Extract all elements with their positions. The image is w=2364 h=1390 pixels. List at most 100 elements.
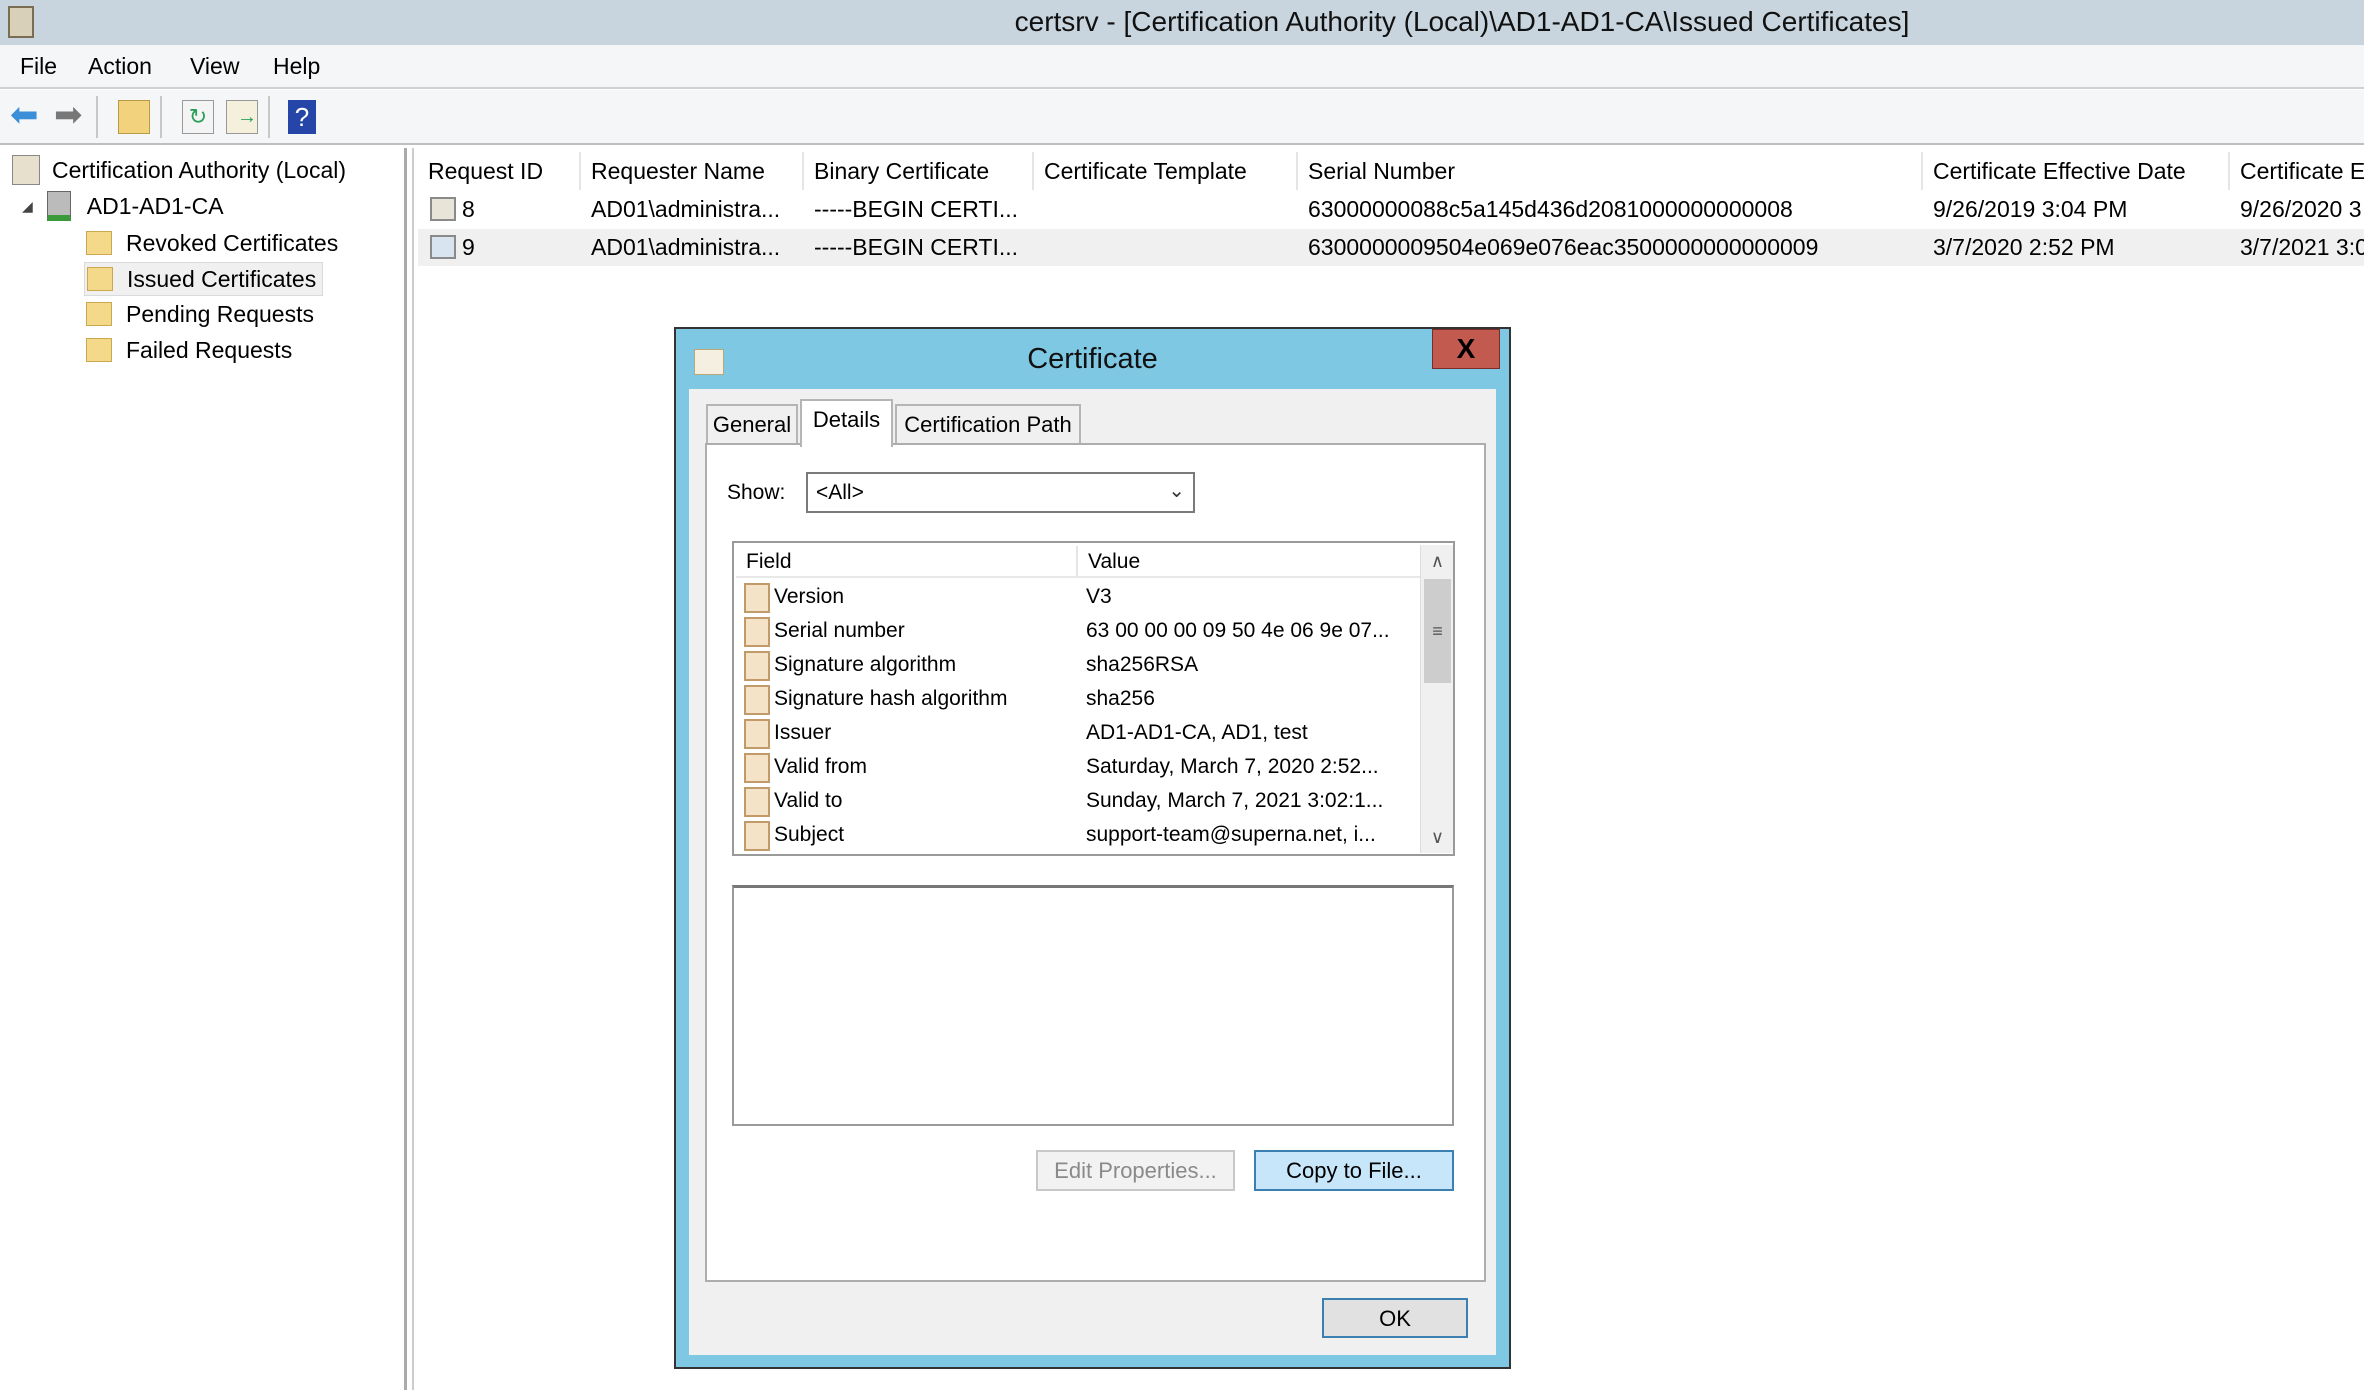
back-icon[interactable]: ⬅ [10,98,42,134]
table-row[interactable]: 8 AD01\administra... -----BEGIN CERTI...… [418,191,2364,228]
column-header-binary-certificate[interactable]: Binary Certificate [804,152,1034,190]
tree-item-root[interactable]: Certification Authority (Local) [12,153,346,187]
column-header-certificate-template[interactable]: Certificate Template [1034,152,1298,190]
field-row[interactable]: Valid to Sunday, March 7, 2021 3:02:1... [744,785,1429,819]
copy-to-file-button[interactable]: Copy to File... [1254,1150,1454,1191]
up-folder-icon[interactable] [118,100,150,134]
certificate-dialog: Certificate X General Details Certificat… [674,327,1511,1369]
field-value: sha256RSA [1086,653,1199,676]
field-value: Sunday, March 7, 2021 3:02:1... [1086,789,1384,812]
field-name: Version [774,585,845,608]
scrollbar-thumb[interactable]: ≡ [1424,579,1451,683]
menu-help[interactable]: Help [273,53,320,80]
cell-request-id: 8 [462,196,475,222]
tree-item-label: Pending Requests [126,300,314,327]
show-label: Show: [727,481,786,504]
window-title: certsrv - [Certification Authority (Loca… [1014,6,1910,37]
cell-requester: AD01\administra... [591,196,781,222]
tree-item-label: Failed Requests [126,336,293,363]
cell-requester: AD01\administra... [591,234,781,260]
chevron-down-icon: ⌄ [1168,480,1185,502]
refresh-icon[interactable]: ↻ [182,100,214,134]
tree-item-pending[interactable]: Pending Requests [86,297,314,331]
dialog-client: General Details Certification Path Show:… [689,389,1496,1355]
table-row[interactable]: 9 AD01\administra... -----BEGIN CERTI...… [418,229,2364,266]
details-panel: Show: <All> ⌄ Field Value Version V3 Seria… [705,443,1486,1282]
scroll-down-icon[interactable]: ∨ [1421,821,1454,853]
folder-icon [86,302,112,326]
field-value: support-team@superna.net, i... [1086,823,1376,846]
tree-item-revoked[interactable]: Revoked Certificates [86,226,338,260]
field-row[interactable]: Issuer AD1-AD1-CA, AD1, test [744,717,1429,751]
tree-item-label: AD1-AD1-CA [86,192,224,219]
column-header-expiration-date[interactable]: Certificate E [2230,152,2364,190]
field-icon [744,685,770,715]
forward-icon[interactable]: ➡ [54,98,86,134]
field-name: Signature hash algorithm [774,687,1008,710]
column-header-effective-date[interactable]: Certificate Effective Date [1923,152,2230,190]
tree-item-label: Certification Authority (Local) [52,156,347,183]
export-list-icon[interactable]: → [226,100,258,134]
tab-details[interactable]: Details [800,399,893,447]
value-detail-box[interactable] [732,885,1454,1126]
cell-expiration-date: 3/7/2021 3:0 [2240,234,2364,260]
field-name: Serial number [774,619,905,642]
tree-item-label: Issued Certificates [127,265,317,292]
tree-item-issued[interactable]: Issued Certificates [84,262,324,296]
fields-list-header: Field Value [736,546,1423,578]
column-header-request-id[interactable]: Request ID [418,152,581,190]
menu-bar: File Action View Help [0,45,2364,89]
field-icon [744,821,770,851]
tree-item-ca[interactable]: ◢ AD1-AD1-CA [22,189,224,223]
certificate-icon [430,235,456,259]
column-header-requester-name[interactable]: Requester Name [581,152,804,190]
cell-effective-date: 9/26/2019 3:04 PM [1933,196,2128,222]
column-divider [1076,546,1078,576]
field-row[interactable]: Version V3 [744,581,1429,615]
close-button[interactable]: X [1432,329,1500,369]
show-dropdown[interactable]: <All> ⌄ [806,472,1195,513]
expand-arrow-icon[interactable]: ◢ [22,198,33,215]
help-icon[interactable]: ? [288,100,316,134]
field-row[interactable]: Subject support-team@superna.net, i... [744,819,1429,853]
cell-binary: -----BEGIN CERTI... [814,234,1019,260]
field-row[interactable]: Serial number 63 00 00 00 09 50 4e 06 9e … [744,615,1429,649]
column-header-value[interactable]: Value [1088,550,1140,574]
field-value: Saturday, March 7, 2020 2:52... [1086,755,1379,778]
field-name: Issuer [774,721,832,744]
field-value: 63 00 00 00 09 50 4e 06 9e 07... [1086,619,1390,642]
field-value: sha256 [1086,687,1155,710]
column-header-serial-number[interactable]: Serial Number [1298,152,1923,190]
cell-serial: 6300000009504e069e076eac3500000000000009 [1308,234,1819,260]
field-name: Valid from [774,755,867,778]
field-icon [744,651,770,681]
ok-button[interactable]: OK [1322,1298,1468,1338]
field-row[interactable]: Valid from Saturday, March 7, 2020 2:52..… [744,751,1429,785]
toolbar-separator [96,96,98,138]
certificate-icon [430,197,456,221]
ca-root-icon [12,155,40,185]
folder-icon [86,338,112,362]
tab-general[interactable]: General [706,404,798,445]
field-row[interactable]: Signature algorithm sha256RSA [744,649,1429,683]
field-name: Signature algorithm [774,653,957,676]
menu-action[interactable]: Action [88,53,152,80]
field-value: AD1-AD1-CA, AD1, test [1086,721,1308,744]
dialog-title: Certificate [1027,343,1158,375]
vertical-scrollbar[interactable]: ∧ ≡ ∨ [1420,545,1453,853]
field-icon [744,583,770,613]
menu-file[interactable]: File [20,53,57,80]
edit-properties-button[interactable]: Edit Properties... [1036,1150,1235,1191]
tab-certification-path[interactable]: Certification Path [895,404,1081,445]
scroll-up-icon[interactable]: ∧ [1421,545,1454,577]
column-header-field[interactable]: Field [746,550,792,574]
tree-item-failed[interactable]: Failed Requests [86,333,292,367]
cell-binary: -----BEGIN CERTI... [814,196,1019,222]
toolbar-separator [160,96,162,138]
fields-list: Field Value Version V3 Serial number 63 00 … [732,541,1455,856]
server-check-icon [46,191,71,221]
field-row[interactable]: Signature hash algorithm sha256 [744,683,1429,717]
menu-view[interactable]: View [190,53,239,80]
field-name: Valid to [774,789,843,812]
cell-serial: 63000000088c5a145d436d2081000000000008 [1308,196,1793,222]
